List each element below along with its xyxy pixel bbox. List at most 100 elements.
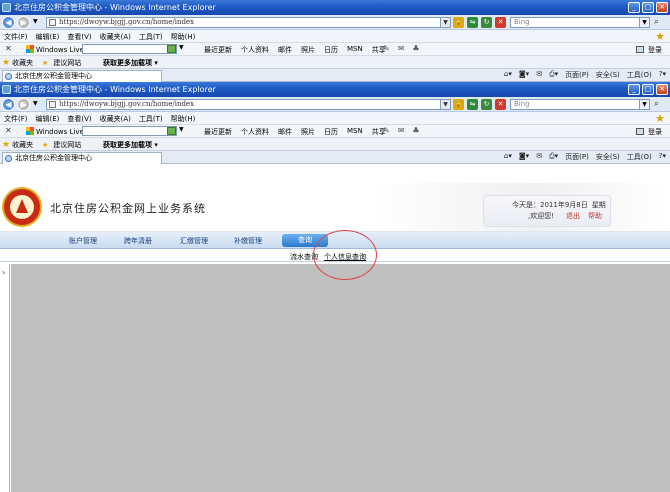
back-button[interactable]: ◀	[2, 98, 15, 111]
address-dropdown-icon[interactable]: ▼	[440, 100, 450, 109]
cmd-page[interactable]: 页面(P)	[565, 70, 589, 80]
menu-view[interactable]: 查看(V)	[67, 114, 91, 124]
feeds-icon[interactable]: ◙▾	[519, 70, 529, 80]
read-mail-icon[interactable]: ✉	[536, 152, 542, 162]
live-link-calendar[interactable]: 日历	[324, 45, 338, 55]
search-dropdown-icon[interactable]: ▼	[639, 100, 649, 109]
favorites-star-icon[interactable]: ★	[655, 30, 665, 43]
live-link-msn[interactable]: MSN	[347, 45, 363, 55]
search-input[interactable]: Bing ▼	[510, 99, 650, 110]
favorites-button[interactable]: ★ 收藏夹	[2, 58, 33, 68]
login-button[interactable]: 登录	[636, 45, 662, 55]
mail-icon[interactable]: ✉	[398, 44, 405, 53]
favorites-star-icon[interactable]: ★	[655, 112, 665, 125]
stop-icon[interactable]: ✕	[495, 99, 506, 110]
search-icon[interactable]: ⌕	[654, 99, 659, 109]
nav-query[interactable]: 查询	[282, 234, 328, 247]
live-search-input[interactable]	[82, 44, 177, 54]
menu-file[interactable]: 文件(F)	[4, 114, 28, 124]
refresh-icon[interactable]: ↻	[481, 99, 492, 110]
stop-icon[interactable]: ✕	[495, 17, 506, 28]
address-dropdown-icon[interactable]: ▼	[440, 18, 450, 27]
read-mail-icon[interactable]: ✉	[536, 70, 542, 80]
menu-favorites[interactable]: 收藏夹(A)	[100, 114, 131, 124]
live-dropdown-icon[interactable]: ▼	[179, 126, 184, 133]
minimize-button[interactable]: _	[628, 84, 640, 95]
pen-icon[interactable]: ✎	[383, 44, 390, 53]
history-dropdown-icon[interactable]: ▼	[33, 18, 38, 25]
logout-link[interactable]: 退出	[566, 212, 580, 220]
address-bar[interactable]: https://dwoyw.bjgjj.gov.cn/home/index ▼	[46, 99, 451, 110]
compat-icon[interactable]: ⇋	[467, 99, 478, 110]
menu-help[interactable]: 帮助(H)	[171, 32, 196, 42]
live-dropdown-icon[interactable]: ▼	[179, 44, 184, 51]
nav-cross-year-register[interactable]: 跨年清册	[124, 236, 152, 246]
subnav-transaction-query[interactable]: 流水查询	[290, 252, 318, 262]
minimize-button[interactable]: _	[628, 2, 640, 13]
search-icon[interactable]: ⌕	[654, 17, 659, 27]
live-link-msn[interactable]: MSN	[347, 127, 363, 137]
suggested-sites-link[interactable]: ★ 建议网站	[42, 58, 81, 68]
live-link-updates[interactable]: 最近更新	[204, 127, 232, 137]
menu-edit[interactable]: 编辑(E)	[36, 114, 60, 124]
messenger-icon[interactable]: ♣	[412, 126, 419, 135]
suggested-sites-link[interactable]: ★ 建议网站	[42, 140, 81, 150]
cmd-page[interactable]: 页面(P)	[565, 152, 589, 162]
help-icon[interactable]: ?▾	[659, 70, 666, 80]
close-button[interactable]: ✕	[656, 84, 668, 95]
cmd-safety[interactable]: 安全(S)	[596, 152, 620, 162]
print-icon[interactable]: ⎙▾	[549, 70, 558, 80]
more-addons-link[interactable]: 获取更多加载项 ▾	[103, 58, 158, 68]
home-icon[interactable]: ⌂▾	[504, 70, 512, 80]
menu-favorites[interactable]: 收藏夹(A)	[100, 32, 131, 42]
messenger-icon[interactable]: ♣	[412, 44, 419, 53]
maximize-button[interactable]: □	[642, 84, 654, 95]
forward-button[interactable]: ▶	[17, 98, 30, 111]
live-link-updates[interactable]: 最近更新	[204, 45, 232, 55]
back-button[interactable]: ◀	[2, 16, 15, 29]
live-search-go-icon[interactable]	[167, 45, 176, 53]
add-favorite-icon[interactable]: ★	[42, 59, 48, 67]
browser-tab[interactable]: 北京住房公积金管理中心	[2, 152, 162, 164]
live-link-mail[interactable]: 邮件	[278, 127, 292, 137]
close-toolbar-icon[interactable]: ✕	[5, 44, 12, 53]
compat-icon[interactable]: ⇋	[467, 17, 478, 28]
nav-remittance-management[interactable]: 汇缴管理	[180, 236, 208, 246]
menu-help[interactable]: 帮助(H)	[171, 114, 196, 124]
left-collapse-bar[interactable]: ›	[0, 264, 10, 492]
refresh-icon[interactable]: ↻	[481, 17, 492, 28]
live-link-mail[interactable]: 邮件	[278, 45, 292, 55]
favorites-button[interactable]: ★ 收藏夹	[2, 140, 33, 150]
nav-supplementary-payment[interactable]: 补缴管理	[234, 236, 262, 246]
address-bar[interactable]: https://dwoyw.bjgjj.gov.cn/home/index ▼	[46, 17, 451, 28]
menu-edit[interactable]: 编辑(E)	[36, 32, 60, 42]
print-icon[interactable]: ⎙▾	[549, 152, 558, 162]
live-link-profile[interactable]: 个人资料	[241, 127, 269, 137]
menu-file[interactable]: 文件(F)	[4, 32, 28, 42]
forward-button[interactable]: ▶	[17, 16, 30, 29]
cmd-tools[interactable]: 工具(O)	[627, 70, 652, 80]
more-addons-link[interactable]: 获取更多加载项 ▾	[103, 140, 158, 150]
pen-icon[interactable]: ✎	[383, 126, 390, 135]
cmd-tools[interactable]: 工具(O)	[627, 152, 652, 162]
menu-view[interactable]: 查看(V)	[67, 32, 91, 42]
live-search-input[interactable]	[82, 126, 177, 136]
login-button[interactable]: 登录	[636, 127, 662, 137]
menu-tools[interactable]: 工具(T)	[139, 114, 163, 124]
help-link[interactable]: 帮助	[588, 212, 602, 220]
live-link-profile[interactable]: 个人资料	[241, 45, 269, 55]
search-input[interactable]: Bing ▼	[510, 17, 650, 28]
feeds-icon[interactable]: ◙▾	[519, 152, 529, 162]
cmd-safety[interactable]: 安全(S)	[596, 70, 620, 80]
subnav-personal-info-query[interactable]: 个人信息查询	[324, 252, 366, 262]
nav-account-management[interactable]: 账户管理	[69, 236, 97, 246]
live-link-photos[interactable]: 照片	[301, 45, 315, 55]
help-icon[interactable]: ?▾	[659, 152, 666, 162]
lock-icon[interactable]: 🔒	[453, 99, 464, 110]
live-link-calendar[interactable]: 日历	[324, 127, 338, 137]
add-favorite-icon[interactable]: ★	[42, 141, 48, 149]
lock-icon[interactable]: 🔒	[453, 17, 464, 28]
close-toolbar-icon[interactable]: ✕	[5, 126, 12, 135]
close-button[interactable]: ✕	[656, 2, 668, 13]
expand-arrow-icon[interactable]: ›	[2, 268, 5, 277]
